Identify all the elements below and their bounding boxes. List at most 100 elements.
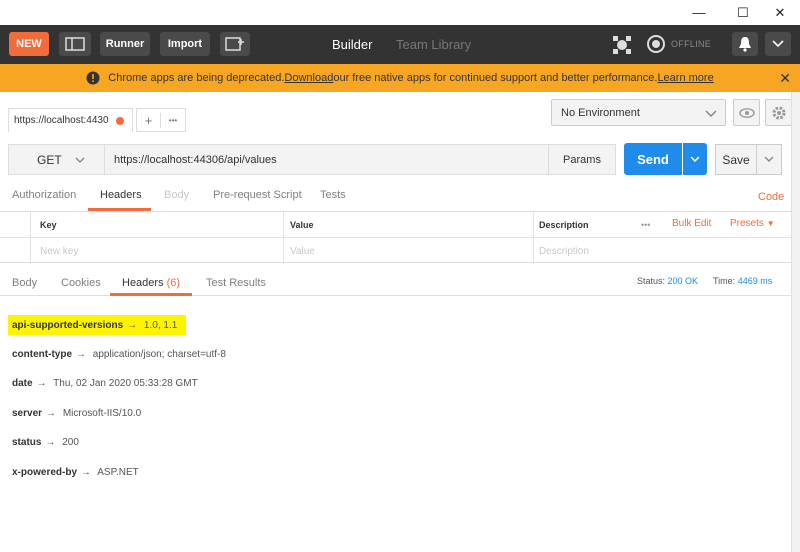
new-button[interactable]: NEW <box>9 32 49 56</box>
tab-builder[interactable]: Builder <box>332 25 372 64</box>
method-select[interactable]: GET <box>8 144 105 175</box>
sync-button[interactable] <box>610 33 634 57</box>
response-header-row: x-powered-by → ASP.NET <box>12 467 139 478</box>
tab-headers[interactable]: Headers <box>88 189 151 211</box>
import-button[interactable]: Import <box>160 32 210 56</box>
response-header-value: Microsoft-IIS/10.0 <box>62 408 142 419</box>
presets-label: Presets <box>730 218 764 229</box>
headers-table: Key Value Description ••• Bulk Edit Pres… <box>0 211 791 264</box>
request-tab[interactable]: https://localhost:4430 <box>8 108 133 132</box>
banner-close-icon[interactable]: ✕ <box>779 70 791 87</box>
tab-body[interactable]: Body <box>164 189 189 211</box>
send-options-button[interactable] <box>683 143 707 175</box>
chevron-down-icon <box>75 157 85 163</box>
table-more-button[interactable]: ••• <box>641 212 650 238</box>
banner-text-middle: our free native apps for continued suppo… <box>333 72 658 84</box>
offline-label: OFFLINE <box>671 39 712 49</box>
new-key-input[interactable]: New key <box>40 238 78 264</box>
manage-environments-button[interactable] <box>765 99 792 126</box>
time-value: 4469 ms <box>737 276 773 286</box>
environment-quick-look-button[interactable] <box>733 99 760 126</box>
close-window-button[interactable]: ✕ <box>763 0 797 25</box>
response-headers-label: Headers <box>122 277 164 289</box>
response-header-key: content-type <box>12 349 72 360</box>
response-header-key: status <box>12 437 42 448</box>
bulk-edit-link[interactable]: Bulk Edit <box>672 218 711 229</box>
chevron-down-icon <box>690 155 700 162</box>
tab-response-cookies[interactable]: Cookies <box>61 277 101 296</box>
learn-more-link[interactable]: Learn more <box>657 72 713 84</box>
response-header-row: status → 200 <box>12 437 79 448</box>
runner-button[interactable]: Runner <box>100 32 150 56</box>
maximize-icon: ☐ <box>737 4 749 20</box>
satellite-icon <box>613 36 631 54</box>
status-value: 200 OK <box>667 276 699 286</box>
add-tab-button[interactable]: + <box>137 112 161 128</box>
settings-menu-button[interactable] <box>765 32 791 56</box>
maximize-button[interactable]: ☐ <box>726 0 760 25</box>
response-header-value: 1.0, 1.1 <box>143 320 178 331</box>
headers-table-header: Key Value Description ••• Bulk Edit Pres… <box>0 212 791 238</box>
arrow-icon: → <box>45 437 56 448</box>
notifications-button[interactable] <box>732 32 758 56</box>
minimize-button[interactable]: — <box>682 0 716 25</box>
arrow-icon: → <box>46 408 57 419</box>
response-header-row: content-type → application/json; charset=… <box>12 349 226 360</box>
response-header-key: server <box>12 408 43 419</box>
eye-icon <box>738 107 755 118</box>
new-value-input[interactable]: Value <box>290 238 315 264</box>
response-header-key: date <box>12 378 33 389</box>
column-key: Key <box>40 220 57 230</box>
deprecation-banner: Chrome apps are being deprecated. Downlo… <box>0 64 800 92</box>
tab-tests[interactable]: Tests <box>320 189 346 211</box>
status-readout: Status: 200 OK <box>637 276 698 286</box>
response-header-row: date → Thu, 02 Jan 2020 05:33:28 GMT <box>12 378 198 389</box>
send-button[interactable]: Send <box>624 143 682 175</box>
window-titlebar: — ☐ ✕ <box>0 0 800 25</box>
tab-pre-request-script[interactable]: Pre-request Script <box>213 189 302 211</box>
method-value: GET <box>37 152 62 167</box>
toggle-sidebar-button[interactable] <box>59 32 91 56</box>
tab-response-body[interactable]: Body <box>12 277 37 296</box>
new-window-button[interactable] <box>220 32 250 56</box>
app-header: NEW Runner Import Builder Team Library O… <box>0 25 800 64</box>
params-button[interactable]: Params <box>548 144 616 175</box>
tab-test-results[interactable]: Test Results <box>206 277 266 296</box>
arrow-icon: → <box>36 378 47 389</box>
save-button[interactable]: Save <box>715 144 757 175</box>
close-icon: ✕ <box>774 4 786 20</box>
tab-authorization[interactable]: Authorization <box>12 189 76 211</box>
column-description: Description <box>539 220 589 230</box>
url-input[interactable]: https://localhost:44306/api/values <box>105 144 549 175</box>
arrow-icon: → <box>76 349 86 360</box>
arrow-icon: → <box>127 320 138 331</box>
chevron-down-icon <box>764 156 774 162</box>
banner-text-before: Chrome apps are being deprecated. <box>108 72 285 84</box>
scrollbar[interactable] <box>791 92 800 552</box>
sidebar-icon <box>65 37 85 51</box>
tab-actions: + ••• <box>136 108 186 132</box>
tab-response-headers[interactable]: Headers (6) <box>110 277 192 296</box>
caret-down-icon: ▼ <box>766 219 775 228</box>
column-value: Value <box>290 220 314 230</box>
response-header-row: api-supported-versions → 1.0, 1.1 <box>12 320 177 331</box>
download-link[interactable]: Download <box>284 72 333 84</box>
offline-status-button[interactable] <box>645 33 667 55</box>
warning-icon <box>86 71 100 85</box>
new-window-icon <box>225 37 244 51</box>
environment-select[interactable]: No Environment <box>551 99 726 126</box>
tab-team-library[interactable]: Team Library <box>396 25 471 64</box>
response-header-key: api-supported-versions <box>12 320 124 331</box>
save-options-button[interactable] <box>756 144 782 175</box>
tab-more-button[interactable]: ••• <box>161 116 185 125</box>
presets-dropdown[interactable]: Presets ▼ <box>730 218 775 229</box>
response-header-value: 200 <box>62 437 79 448</box>
minimize-icon: — <box>692 5 706 20</box>
environment-selected: No Environment <box>561 106 640 119</box>
response-headers-count: (6) <box>166 277 181 289</box>
chevron-down-icon <box>772 40 784 48</box>
response-header-value: Thu, 02 Jan 2020 05:33:28 GMT <box>53 378 198 389</box>
code-link[interactable]: Code <box>758 191 784 203</box>
status-label: Status: <box>637 276 666 286</box>
new-description-input[interactable]: Description <box>539 238 589 264</box>
